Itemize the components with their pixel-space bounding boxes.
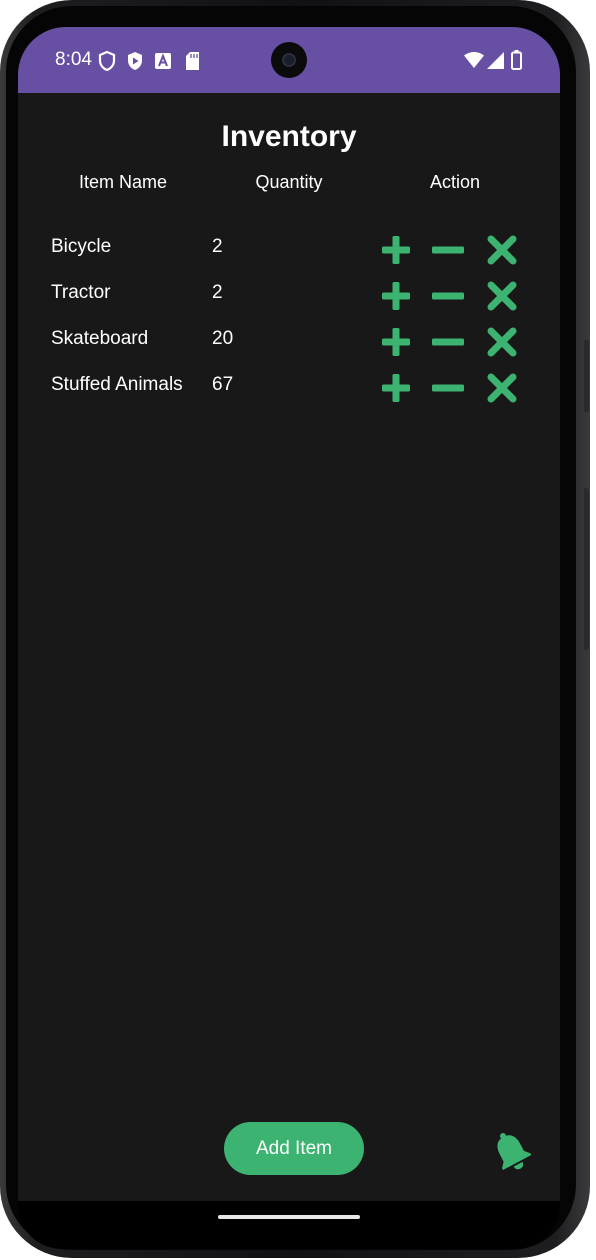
- increment-button[interactable]: [379, 233, 413, 267]
- item-name: Skateboard: [51, 328, 149, 349]
- device: 8:04 Inventory Item Name Quantity Action…: [0, 0, 596, 1260]
- decrement-button[interactable]: [431, 371, 465, 405]
- status-time: 8:04: [55, 49, 92, 70]
- bell-icon[interactable]: [488, 1128, 534, 1174]
- play-shield-icon: [128, 52, 142, 70]
- inventory-row: Skateboard 20: [18, 325, 560, 374]
- inventory-row: Tractor 2: [18, 279, 560, 328]
- column-header-quantity: Quantity: [255, 172, 323, 192]
- increment-button[interactable]: [379, 325, 413, 359]
- minus-icon: [432, 338, 464, 346]
- status-bar: 8:04: [18, 27, 560, 93]
- page-title: Inventory: [221, 120, 357, 153]
- shield-icon: [98, 51, 116, 71]
- delete-button[interactable]: [485, 371, 519, 405]
- volume-button: [584, 340, 589, 412]
- minus-icon: [432, 384, 464, 392]
- cell-signal-icon: [487, 52, 504, 69]
- minus-icon: [432, 246, 464, 254]
- close-icon: [487, 373, 517, 403]
- item-quantity: 20: [212, 328, 234, 349]
- battery-icon: [511, 50, 522, 70]
- front-camera: [271, 42, 307, 78]
- increment-button[interactable]: [379, 279, 413, 313]
- decrement-button[interactable]: [431, 233, 465, 267]
- increment-button[interactable]: [379, 371, 413, 405]
- inventory-row: Bicycle 2: [18, 233, 560, 282]
- item-quantity: 2: [212, 236, 223, 257]
- camera-lens: [282, 53, 296, 67]
- decrement-button[interactable]: [431, 325, 465, 359]
- close-icon: [487, 327, 517, 357]
- item-quantity: 2: [212, 282, 223, 303]
- inventory-row: Stuffed Animals 67: [18, 371, 560, 420]
- column-header-action: Action: [429, 172, 481, 192]
- minus-icon: [432, 292, 464, 300]
- font-a-icon: [155, 53, 171, 69]
- close-icon: [487, 235, 517, 265]
- sd-card-icon: [186, 52, 199, 70]
- delete-button[interactable]: [485, 279, 519, 313]
- item-name: Bicycle: [51, 236, 112, 257]
- navigation-bar: [18, 1201, 560, 1249]
- delete-button[interactable]: [485, 325, 519, 359]
- column-header-item-name: Item Name: [78, 172, 168, 192]
- close-icon: [487, 281, 517, 311]
- power-button: [584, 488, 589, 650]
- decrement-button[interactable]: [431, 279, 465, 313]
- home-indicator[interactable]: [218, 1215, 360, 1219]
- delete-button[interactable]: [485, 233, 519, 267]
- item-name: Tractor: [51, 282, 111, 303]
- wifi-icon: [464, 52, 484, 68]
- add-item-button[interactable]: Add Item: [224, 1122, 364, 1175]
- item-name: Stuffed Animals: [51, 374, 183, 395]
- screen: 8:04 Inventory Item Name Quantity Action…: [18, 27, 560, 1201]
- item-quantity: 67: [212, 374, 234, 395]
